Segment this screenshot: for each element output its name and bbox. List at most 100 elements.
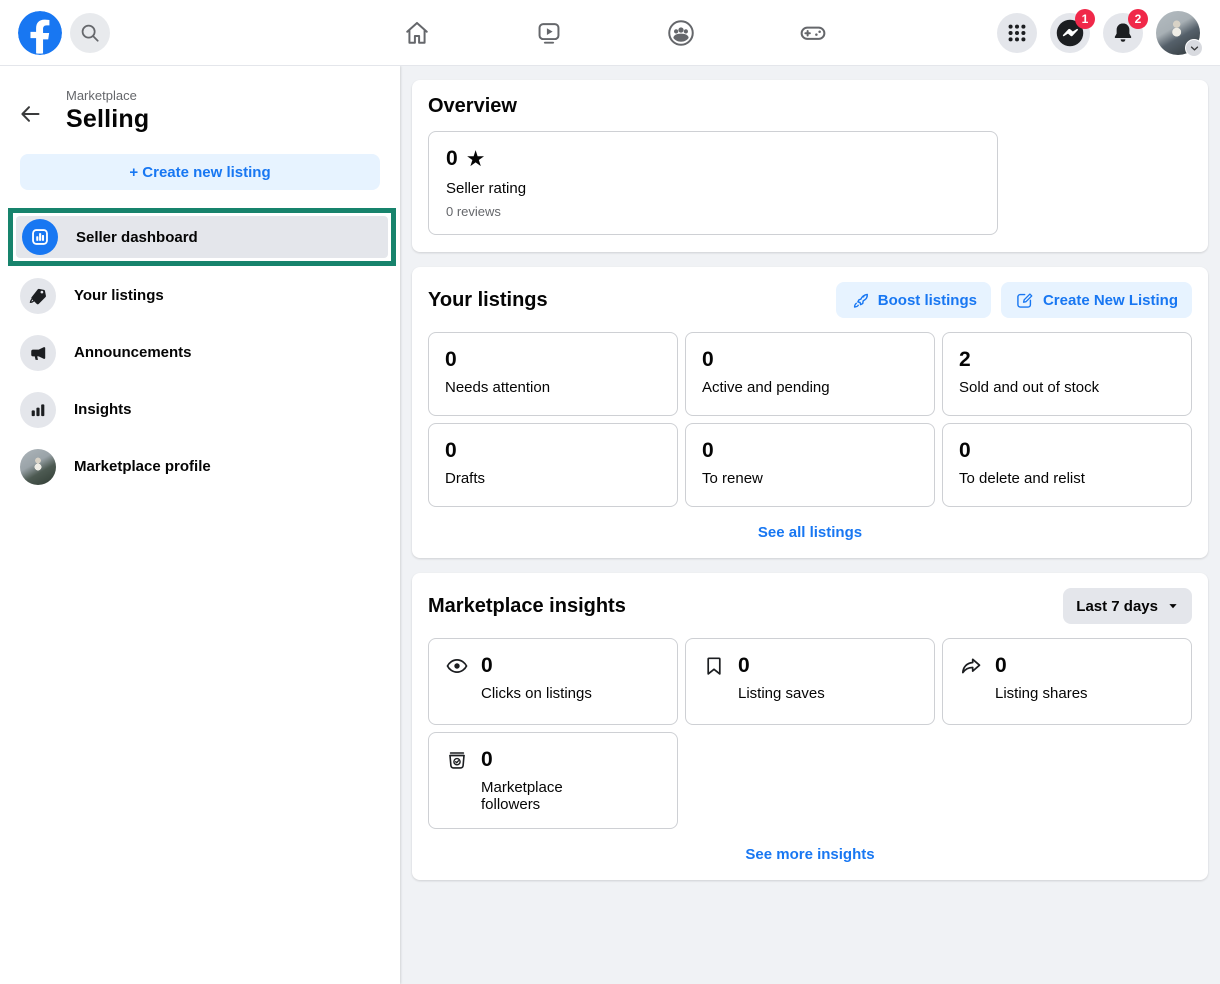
date-range-dropdown[interactable]: Last 7 days	[1063, 588, 1192, 624]
star-icon: ★	[466, 148, 486, 170]
highlight-annotation-box: Seller dashboard	[8, 208, 396, 266]
back-arrow-icon	[18, 102, 42, 126]
insight-card-clicks[interactable]: 0 Clicks on listings	[428, 638, 678, 725]
stat-label: Active and pending	[702, 379, 918, 396]
overview-title: Overview	[428, 95, 1192, 118]
rating-value: 0	[446, 147, 458, 171]
stat-label: Sold and out of stock	[959, 379, 1175, 396]
bar-chart-icon	[20, 392, 56, 428]
compose-icon	[1015, 290, 1035, 310]
stat-card-to-delete-relist[interactable]: 0 To delete and relist	[942, 423, 1192, 507]
notifications-badge: 2	[1128, 9, 1148, 29]
insight-label: Clicks on listings	[481, 685, 661, 702]
profile-photo-icon	[20, 449, 56, 485]
stat-label: Drafts	[445, 470, 661, 487]
stat-label: To renew	[702, 470, 918, 487]
sidebar: Marketplace Selling + Create new listing…	[0, 66, 400, 984]
sidebar-item-label: Your listings	[74, 287, 164, 304]
insight-card-followers[interactable]: 0 Marketplace followers	[428, 732, 678, 829]
sidebar-menu: Seller dashboard Your listings Announcem…	[0, 208, 400, 495]
top-navigation: 1 2	[0, 0, 1220, 66]
insight-label: Listing shares	[995, 685, 1175, 702]
sidebar-item-seller-dashboard[interactable]: Seller dashboard	[16, 216, 388, 258]
watch-video-icon	[535, 19, 563, 47]
search-icon	[79, 22, 101, 44]
apps-menu-button[interactable]	[997, 13, 1037, 53]
insight-value: 0	[738, 654, 750, 678]
your-listings-section: Your listings Boost listings Create New …	[412, 267, 1208, 558]
see-more-insights-link[interactable]: See more insights	[428, 846, 1192, 863]
boost-listings-button[interactable]: Boost listings	[836, 282, 991, 318]
watch-tab[interactable]	[534, 18, 564, 48]
eye-icon	[445, 654, 469, 678]
messenger-button[interactable]: 1	[1050, 13, 1090, 53]
marketplace-insights-section: Marketplace insights Last 7 days 0 Click…	[412, 573, 1208, 880]
overview-section: Overview 0 ★ Seller rating 0 reviews	[412, 80, 1208, 252]
insight-card-shares[interactable]: 0 Listing shares	[942, 638, 1192, 725]
your-listings-title: Your listings	[428, 289, 826, 312]
insights-title: Marketplace insights	[428, 595, 1063, 618]
stat-card-needs-attention[interactable]: 0 Needs attention	[428, 332, 678, 416]
megaphone-icon	[20, 335, 56, 371]
insight-label: Listing saves	[738, 685, 918, 702]
insight-value: 0	[481, 748, 493, 772]
sidebar-item-your-listings[interactable]: Your listings	[0, 267, 400, 324]
stat-card-active-pending[interactable]: 0 Active and pending	[685, 332, 935, 416]
back-button[interactable]	[18, 102, 42, 126]
groups-tab[interactable]	[666, 18, 696, 48]
stat-label: To delete and relist	[959, 470, 1175, 487]
bookmark-icon	[702, 654, 726, 678]
stat-card-drafts[interactable]: 0 Drafts	[428, 423, 678, 507]
sidebar-item-label: Announcements	[74, 344, 192, 361]
stat-value: 0	[959, 439, 1175, 463]
stat-value: 0	[445, 348, 661, 372]
seller-rating-card[interactable]: 0 ★ Seller rating 0 reviews	[428, 131, 998, 235]
seller-dashboard-icon	[22, 219, 58, 255]
stat-value: 0	[702, 348, 918, 372]
create-new-listing-button-main[interactable]: Create New Listing	[1001, 282, 1192, 318]
search-button[interactable]	[70, 13, 110, 53]
breadcrumb: Marketplace	[66, 88, 149, 103]
stat-value: 0	[702, 439, 918, 463]
gaming-tab[interactable]	[798, 18, 828, 48]
see-all-listings-link[interactable]: See all listings	[428, 524, 1192, 541]
date-range-label: Last 7 days	[1076, 598, 1158, 615]
stat-value: 0	[445, 439, 661, 463]
insight-value: 0	[481, 654, 493, 678]
rocket-icon	[850, 290, 870, 310]
messenger-badge: 1	[1075, 9, 1095, 29]
home-tab[interactable]	[402, 18, 432, 48]
home-icon	[403, 19, 431, 47]
tag-icon	[20, 278, 56, 314]
stat-card-to-renew[interactable]: 0 To renew	[685, 423, 935, 507]
notifications-button[interactable]: 2	[1103, 13, 1143, 53]
sidebar-item-insights[interactable]: Insights	[0, 381, 400, 438]
insight-card-saves[interactable]: 0 Listing saves	[685, 638, 935, 725]
boost-listings-label: Boost listings	[878, 292, 977, 309]
chevron-down-icon	[1185, 39, 1203, 57]
create-new-listing-button[interactable]: + Create new listing	[20, 154, 380, 190]
facebook-logo[interactable]	[18, 11, 62, 55]
sidebar-item-label: Marketplace profile	[74, 458, 211, 475]
main-content: Overview 0 ★ Seller rating 0 reviews You…	[400, 66, 1220, 984]
sidebar-item-label: Seller dashboard	[76, 229, 198, 246]
dropdown-triangle-icon	[1167, 600, 1179, 612]
insight-label: Marketplace followers	[481, 779, 599, 813]
reviews-count: 0 reviews	[446, 204, 980, 219]
stat-label: Needs attention	[445, 379, 661, 396]
sidebar-item-announcements[interactable]: Announcements	[0, 324, 400, 381]
profile-avatar[interactable]	[1156, 11, 1200, 55]
apps-grid-icon	[1006, 22, 1028, 44]
sidebar-item-marketplace-profile[interactable]: Marketplace profile	[0, 438, 400, 495]
share-arrow-icon	[959, 654, 983, 678]
sidebar-item-label: Insights	[74, 401, 132, 418]
gaming-icon	[798, 18, 828, 48]
insight-value: 0	[995, 654, 1007, 678]
page-title: Selling	[66, 105, 149, 134]
stat-value: 2	[959, 348, 1175, 372]
stat-card-sold-out-of-stock[interactable]: 2 Sold and out of stock	[942, 332, 1192, 416]
create-new-listing-label: Create New Listing	[1043, 292, 1178, 309]
rating-label: Seller rating	[446, 180, 980, 197]
groups-icon	[666, 18, 696, 48]
followers-icon	[445, 748, 469, 772]
